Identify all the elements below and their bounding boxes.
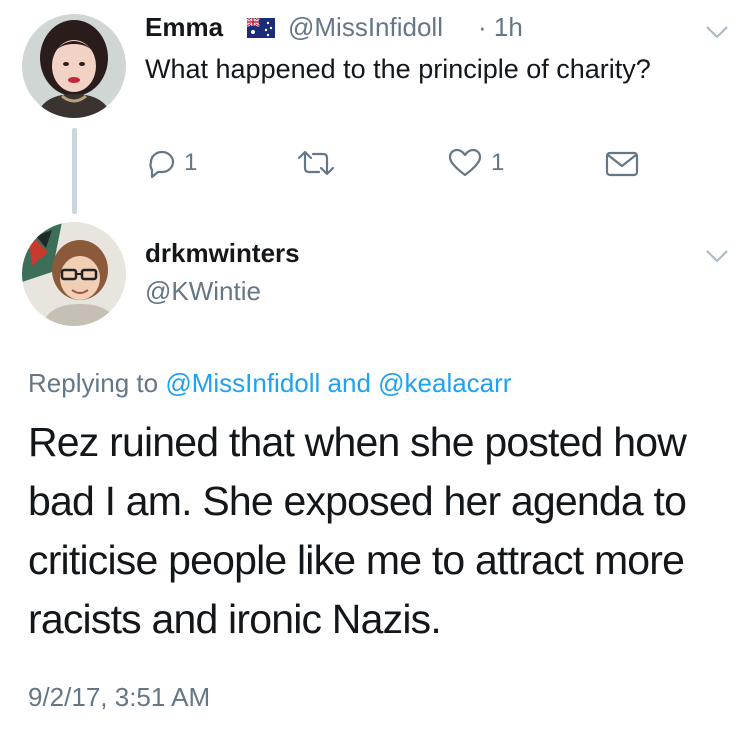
display-name[interactable]: drkmwinters — [145, 238, 300, 269]
retweet-button[interactable] — [295, 148, 337, 178]
user-handle[interactable]: @MissInfidoll — [288, 12, 443, 43]
heart-icon — [448, 148, 482, 177]
reply-button[interactable] — [145, 148, 177, 179]
avatar-drkmwinters[interactable] — [22, 222, 126, 326]
reply-icon — [149, 150, 175, 179]
mention-link[interactable]: @MissInfidoll — [165, 368, 320, 398]
tweet-time[interactable]: · 1h — [478, 12, 523, 43]
australia-flag-icon — [246, 17, 275, 38]
replying-and[interactable]: and — [320, 368, 378, 398]
reply-count: 1 — [184, 149, 198, 176]
chevron-down-icon[interactable] — [705, 248, 729, 264]
thread-line — [72, 128, 77, 214]
direct-message-button[interactable] — [605, 150, 639, 180]
envelope-icon — [605, 151, 639, 177]
tweet-timestamp[interactable]: 9/2/17, 3:51 AM — [28, 682, 210, 713]
user-handle[interactable]: @KWintie — [145, 276, 261, 307]
chevron-down-icon[interactable] — [705, 24, 729, 40]
tweet-text: What happened to the principle of charit… — [145, 54, 651, 84]
like-button[interactable] — [448, 148, 482, 178]
retweet-icon — [297, 150, 335, 176]
mention-link[interactable]: @kealacarr — [378, 368, 511, 398]
like-count: 1 — [491, 149, 505, 176]
avatar-emma[interactable] — [22, 14, 126, 118]
tweet-text: Rez ruined that when she posted how bad … — [28, 419, 687, 642]
replying-to: Replying to @MissInfidoll and @kealacarr — [28, 368, 511, 399]
replying-prefix: Replying to — [28, 368, 166, 398]
display-name[interactable]: Emma — [145, 12, 223, 43]
